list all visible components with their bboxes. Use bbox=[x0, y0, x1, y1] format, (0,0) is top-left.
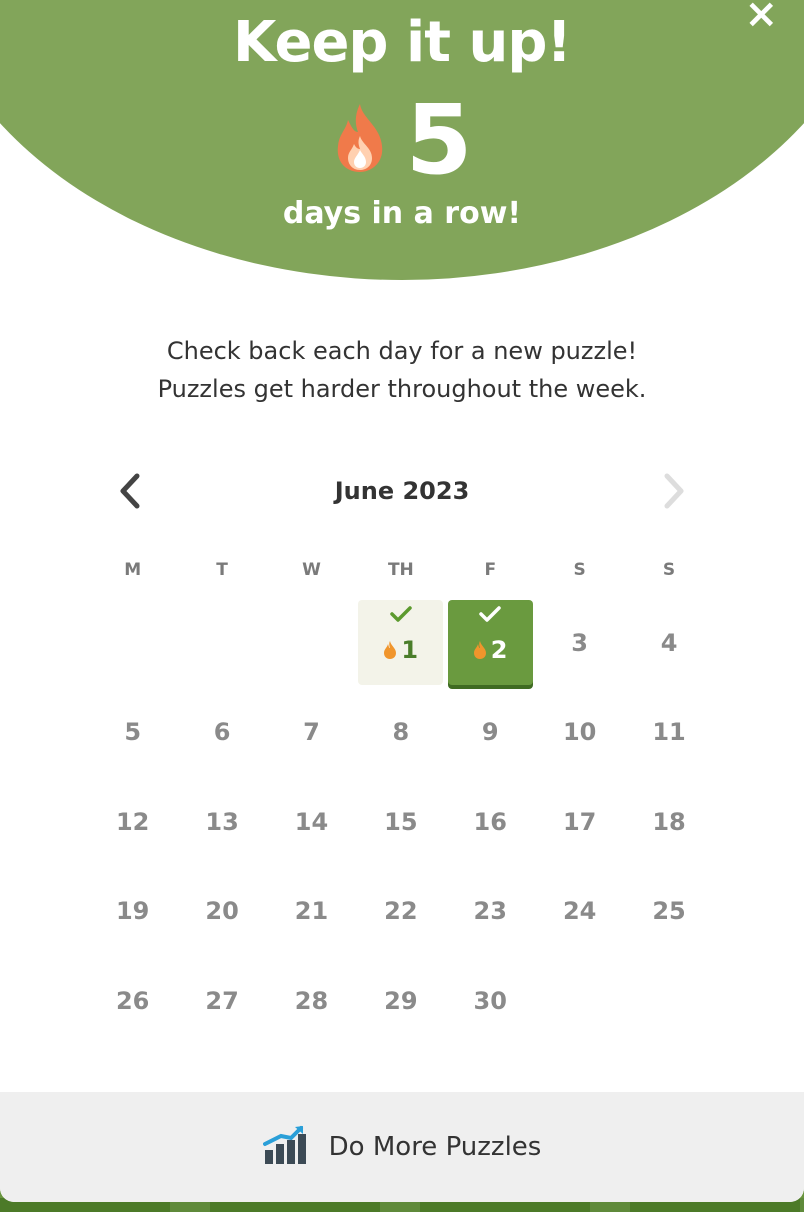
streak-counter: 5 bbox=[0, 92, 804, 188]
weekday-label: T bbox=[216, 560, 228, 580]
calendar-day[interactable]: 19 bbox=[88, 867, 177, 957]
calendar-day[interactable]: 5 bbox=[88, 688, 177, 778]
info-line-1: Check back each day for a new puzzle! bbox=[166, 337, 638, 365]
calendar-grid: 1 2 3 4 5 6 7 8 9 10 11 12 13 14 15 16 17 18 19 20 21 22 23 24 2… bbox=[88, 598, 714, 1046]
calendar-day[interactable]: 11 bbox=[624, 688, 713, 778]
day-number: 7 bbox=[303, 718, 320, 747]
weekday-label: W bbox=[302, 560, 321, 580]
calendar-day[interactable]: 2 bbox=[446, 598, 535, 688]
day-number: 26 bbox=[115, 986, 150, 1015]
streak-count: 5 bbox=[405, 84, 473, 196]
calendar-day[interactable]: 7 bbox=[267, 688, 356, 778]
calendar-day[interactable]: 27 bbox=[177, 956, 266, 1046]
day-number: 23 bbox=[473, 897, 507, 926]
info-message: Check back each day for a new puzzle! Pu… bbox=[0, 332, 804, 408]
calendar-day[interactable]: 6 bbox=[177, 688, 266, 778]
completed-day-tile: 2 bbox=[447, 600, 533, 685]
day-number: 4 bbox=[660, 628, 678, 657]
day-number: 24 bbox=[562, 897, 597, 926]
do-more-puzzles-button[interactable]: Do More Puzzles bbox=[0, 1092, 804, 1202]
day-number: 21 bbox=[294, 897, 329, 926]
day-number: 22 bbox=[384, 897, 418, 926]
day-number: 5 bbox=[124, 718, 142, 747]
day-number: 14 bbox=[294, 807, 329, 836]
day-number: 10 bbox=[562, 718, 597, 747]
calendar-header: June 2023 bbox=[110, 466, 694, 516]
calendar-day[interactable]: 12 bbox=[88, 777, 177, 867]
day-number: 13 bbox=[205, 807, 239, 836]
calendar-day[interactable]: 15 bbox=[356, 777, 445, 867]
calendar-day[interactable]: 10 bbox=[535, 688, 624, 778]
prev-month-button[interactable] bbox=[110, 467, 150, 515]
chevron-right-icon bbox=[664, 473, 684, 509]
day-number: 30 bbox=[473, 986, 507, 1015]
day-number: 19 bbox=[115, 897, 150, 926]
chart-up-icon bbox=[262, 1124, 307, 1170]
completed-day-tile: 1 bbox=[358, 600, 444, 685]
calendar-day[interactable]: 4 bbox=[624, 598, 713, 688]
day-number: 27 bbox=[205, 986, 239, 1015]
day-number: 16 bbox=[473, 807, 507, 836]
calendar-day[interactable]: 29 bbox=[356, 956, 445, 1046]
calendar-day[interactable]: 30 bbox=[446, 956, 535, 1046]
day-number: 28 bbox=[294, 986, 329, 1015]
calendar-day[interactable]: 21 bbox=[267, 867, 356, 957]
weekday-label: S bbox=[662, 560, 676, 580]
check-icon bbox=[479, 606, 501, 622]
day-number: 1 bbox=[401, 635, 419, 664]
day-number: 11 bbox=[652, 718, 686, 747]
weekday-label: F bbox=[484, 560, 497, 580]
day-number: 9 bbox=[481, 718, 499, 747]
day-number: 25 bbox=[652, 897, 686, 926]
flame-icon bbox=[332, 102, 388, 178]
calendar-day[interactable]: 26 bbox=[88, 956, 177, 1046]
day-number: 3 bbox=[571, 628, 588, 657]
calendar-day[interactable]: 16 bbox=[446, 777, 535, 867]
empty-cell bbox=[88, 598, 177, 688]
streak-caption: days in a row! bbox=[282, 196, 522, 231]
day-number: 12 bbox=[115, 807, 150, 836]
calendar-day[interactable]: 20 bbox=[177, 867, 266, 957]
flame-icon bbox=[384, 640, 397, 659]
empty-cell bbox=[177, 598, 266, 688]
weekday-label: S bbox=[573, 560, 586, 580]
calendar-day[interactable]: 1 bbox=[356, 598, 445, 688]
calendar-day[interactable]: 28 bbox=[267, 956, 356, 1046]
day-number: 8 bbox=[392, 718, 410, 747]
calendar-day[interactable]: 17 bbox=[535, 777, 624, 867]
day-number: 17 bbox=[562, 807, 597, 836]
weekday-row: M T W TH F S S bbox=[88, 560, 714, 580]
chevron-left-icon bbox=[120, 473, 140, 509]
flame-icon bbox=[473, 640, 486, 659]
day-number: 6 bbox=[213, 718, 231, 747]
empty-cell bbox=[267, 598, 356, 688]
month-title: June 2023 bbox=[334, 477, 470, 505]
weekday-label: M bbox=[124, 560, 142, 580]
calendar-day[interactable]: 22 bbox=[356, 867, 445, 957]
day-number: 29 bbox=[384, 986, 418, 1015]
day-number: 15 bbox=[384, 807, 418, 836]
calendar-day[interactable]: 8 bbox=[356, 688, 445, 778]
next-month-button[interactable] bbox=[654, 467, 694, 515]
calendar-day[interactable]: 24 bbox=[535, 867, 624, 957]
do-more-puzzles-label: Do More Puzzles bbox=[328, 1132, 542, 1162]
calendar-day[interactable]: 14 bbox=[267, 777, 356, 867]
day-number: 2 bbox=[490, 635, 508, 664]
weekday-label: TH bbox=[387, 560, 414, 580]
calendar-day[interactable]: 25 bbox=[624, 867, 713, 957]
info-line-2: Puzzles get harder throughout the week. bbox=[157, 375, 647, 403]
headline: Keep it up! bbox=[233, 10, 572, 75]
streak-modal: × Keep it up! 5 days in a row! Check bac… bbox=[0, 0, 804, 1202]
calendar-day[interactable]: 3 bbox=[535, 598, 624, 688]
day-number: 20 bbox=[205, 897, 239, 926]
calendar-day[interactable]: 9 bbox=[446, 688, 535, 778]
calendar-day[interactable]: 18 bbox=[624, 777, 713, 867]
calendar-day[interactable]: 13 bbox=[177, 777, 266, 867]
day-number: 18 bbox=[652, 807, 686, 836]
check-icon bbox=[389, 606, 412, 622]
calendar-day[interactable]: 23 bbox=[446, 867, 535, 957]
